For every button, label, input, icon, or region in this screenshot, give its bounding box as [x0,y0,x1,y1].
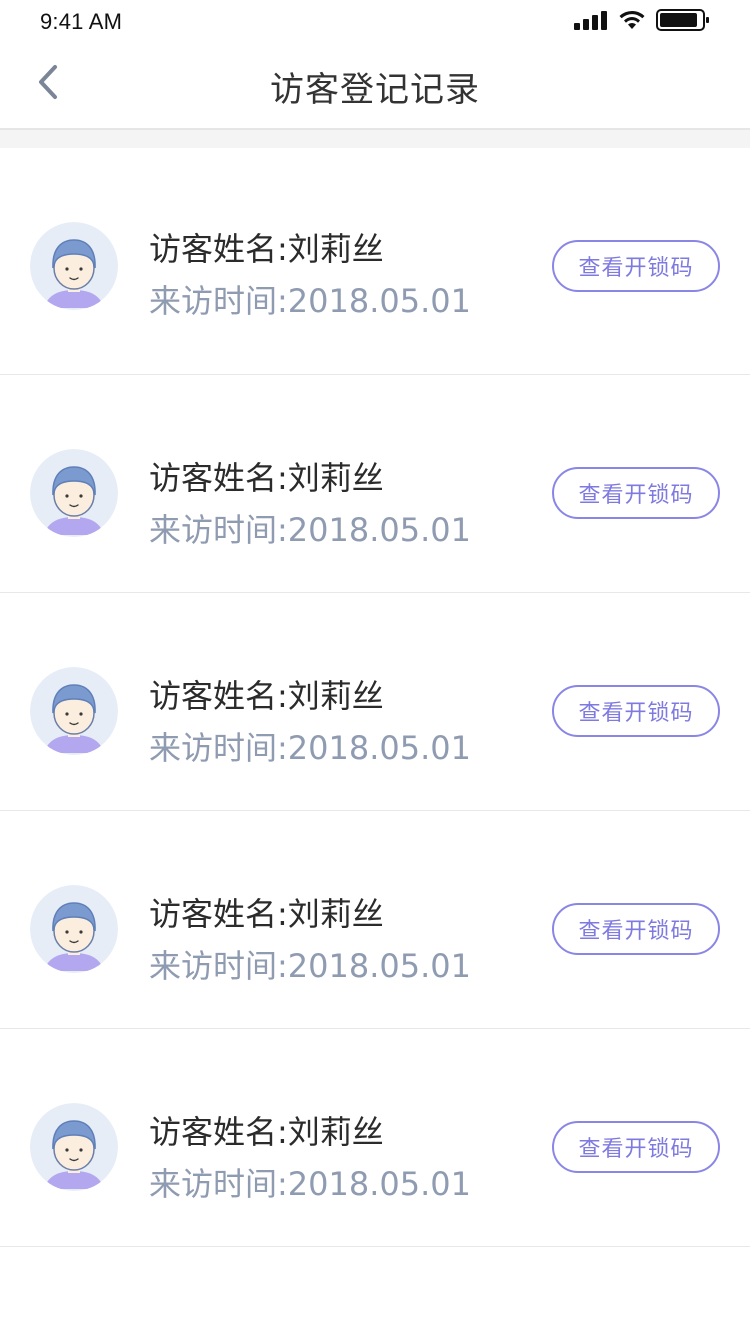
visitor-records-screen: 9:41 AM 访客登记记录 访客姓名:刘莉丝 来访时间:2018.05.01 … [0,0,750,1334]
wifi-icon [619,10,645,29]
list-item: 访客姓名:刘莉丝 来访时间:2018.05.01 查看开锁码 [0,811,750,1029]
visitor-name: 访客姓名:刘莉丝 [149,453,384,499]
user-avatar-icon [30,885,118,973]
visit-time-value: 2018.05.01 [287,729,472,767]
visit-time: 来访时间:2018.05.01 [149,723,471,769]
visit-time-value: 2018.05.01 [287,511,472,549]
visit-time: 来访时间:2018.05.01 [149,276,471,322]
visit-time-label: 来访时间: [149,729,288,767]
visit-time: 来访时间:2018.05.01 [149,1159,471,1205]
nav-bar: 访客登记记录 [0,40,750,130]
page-title: 访客登记记录 [270,70,480,110]
status-bar: 9:41 AM [0,0,750,40]
visitor-name-value: 刘莉丝 [287,895,384,933]
view-unlock-code-button[interactable]: 查看开锁码 [552,240,720,292]
section-divider [0,130,750,148]
user-avatar-icon [30,222,118,310]
view-unlock-code-button[interactable]: 查看开锁码 [552,1121,720,1173]
visit-time-label: 来访时间: [149,511,288,549]
visit-time-value: 2018.05.01 [287,947,472,985]
avatar [30,667,118,755]
avatar [30,449,118,537]
avatar [30,222,118,310]
user-avatar-icon [30,449,118,537]
visitor-name-value: 刘莉丝 [287,459,384,497]
visitor-list: 访客姓名:刘莉丝 来访时间:2018.05.01 查看开锁码 访客姓名:刘莉丝 … [0,148,750,1247]
visitor-name: 访客姓名:刘莉丝 [149,671,384,717]
visitor-name: 访客姓名:刘莉丝 [149,889,384,935]
avatar [30,885,118,973]
view-unlock-code-button[interactable]: 查看开锁码 [552,467,720,519]
visitor-name-label: 访客姓名: [149,677,288,715]
user-avatar-icon [30,1103,118,1191]
view-unlock-code-button[interactable]: 查看开锁码 [552,903,720,955]
signal-icon [574,11,607,30]
visitor-name: 访客姓名:刘莉丝 [149,224,384,270]
visit-time: 来访时间:2018.05.01 [149,941,471,987]
visitor-name-label: 访客姓名: [149,1113,288,1151]
visit-time-label: 来访时间: [149,947,288,985]
battery-icon [656,9,709,31]
visitor-name-label: 访客姓名: [149,895,288,933]
visitor-name-label: 访客姓名: [149,230,288,268]
visitor-name-value: 刘莉丝 [287,230,384,268]
visit-time-label: 来访时间: [149,1165,288,1203]
avatar [30,1103,118,1191]
status-icons [574,8,710,32]
visitor-name: 访客姓名:刘莉丝 [149,1107,384,1153]
list-item: 访客姓名:刘莉丝 来访时间:2018.05.01 查看开锁码 [0,1029,750,1247]
list-item: 访客姓名:刘莉丝 来访时间:2018.05.01 查看开锁码 [0,593,750,811]
visit-time: 来访时间:2018.05.01 [149,505,471,551]
visit-time-value: 2018.05.01 [287,282,472,320]
view-unlock-code-button[interactable]: 查看开锁码 [552,685,720,737]
visitor-name-label: 访客姓名: [149,459,288,497]
status-time: 9:41 AM [40,9,123,34]
list-item: 访客姓名:刘莉丝 来访时间:2018.05.01 查看开锁码 [0,375,750,593]
user-avatar-icon [30,667,118,755]
visitor-name-value: 刘莉丝 [287,1113,384,1151]
list-item: 访客姓名:刘莉丝 来访时间:2018.05.01 查看开锁码 [0,148,750,375]
visitor-name-value: 刘莉丝 [287,677,384,715]
visit-time-value: 2018.05.01 [287,1165,472,1203]
visit-time-label: 来访时间: [149,282,288,320]
